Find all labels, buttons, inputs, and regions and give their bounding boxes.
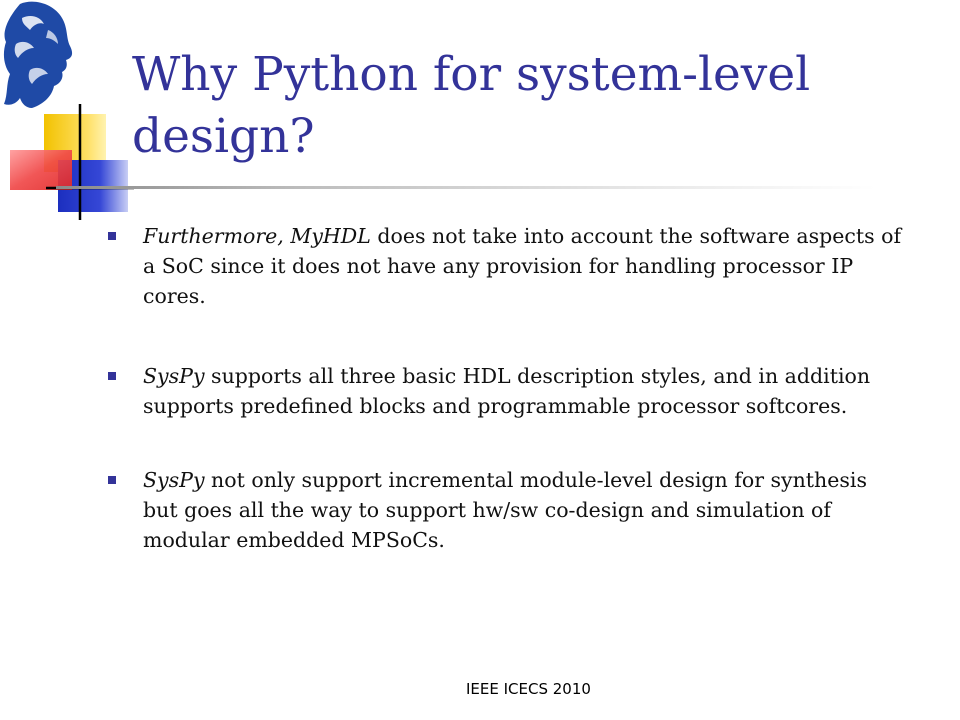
square-bullet-icon — [108, 476, 116, 484]
bullet-text: SysPy not only support incremental modul… — [143, 468, 867, 552]
bullet-text: SysPy supports all three basic HDL descr… — [143, 364, 871, 418]
decorative-blocks — [10, 104, 134, 220]
slide-title: Why Python for system-level design? — [132, 47, 811, 164]
deco-red-block — [10, 150, 72, 190]
slide-footer: IEEE ICECS 2010 — [466, 680, 591, 698]
title-divider — [56, 186, 876, 189]
square-bullet-icon — [108, 372, 116, 380]
square-bullet-icon — [108, 232, 116, 240]
university-logo-icon — [3, 1, 73, 108]
bullet-text: Furthermore, MyHDL does not take into ac… — [143, 224, 902, 308]
